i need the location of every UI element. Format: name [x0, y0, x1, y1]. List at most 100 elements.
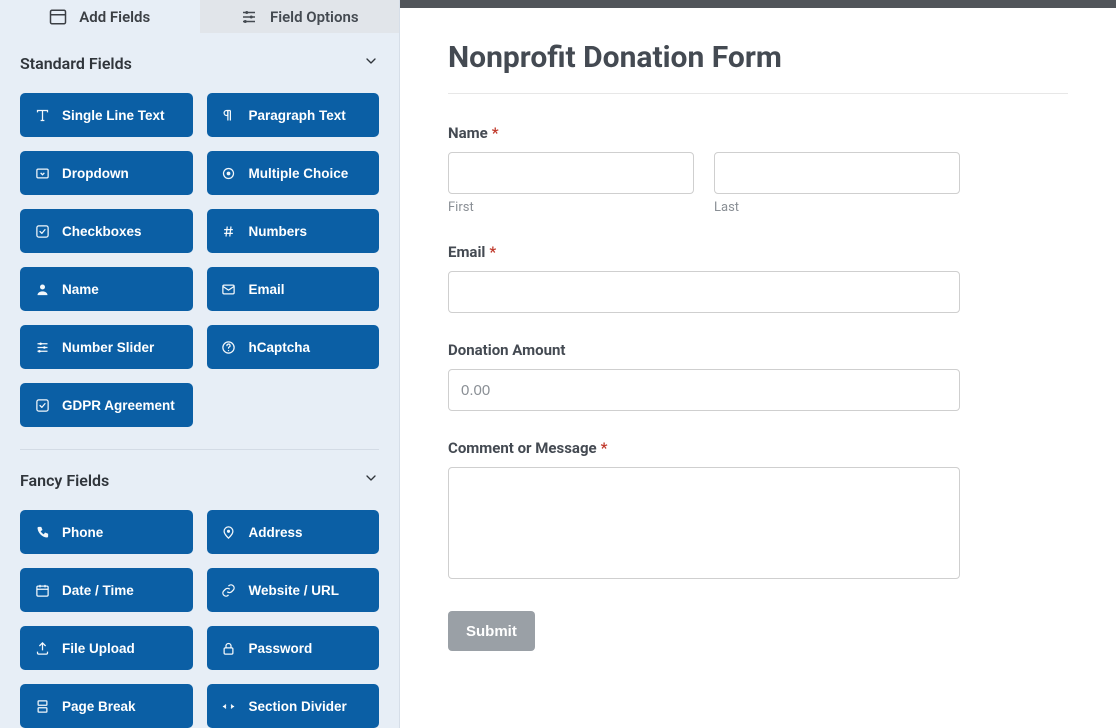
comment-textarea[interactable]: [448, 467, 960, 579]
email-input[interactable]: [448, 271, 960, 313]
field-label: Name: [62, 282, 99, 297]
field-website-url[interactable]: Website / URL: [207, 568, 380, 612]
upload-icon: [34, 640, 50, 656]
pin-icon: [221, 524, 237, 540]
field-address[interactable]: Address: [207, 510, 380, 554]
section-fancy-header[interactable]: Fancy Fields: [20, 470, 379, 490]
calendar-icon: [34, 582, 50, 598]
sliders-icon: [34, 339, 50, 355]
paragraph-icon: [221, 107, 237, 123]
field-label: Number Slider: [62, 340, 154, 355]
field-label: Paragraph Text: [249, 108, 346, 123]
donation-label: Donation Amount: [448, 341, 1068, 359]
name-label: Name*: [448, 124, 1068, 142]
field-password[interactable]: Password: [207, 626, 380, 670]
field-label: Numbers: [249, 224, 308, 239]
field-dropdown[interactable]: Dropdown: [20, 151, 193, 195]
field-label: Section Divider: [249, 699, 347, 714]
tab-field-options[interactable]: Field Options: [200, 0, 400, 33]
field-phone[interactable]: Phone: [20, 510, 193, 554]
field-numbers[interactable]: Numbers: [207, 209, 380, 253]
required-marker: *: [489, 243, 496, 261]
check-icon: [34, 223, 50, 239]
email-label-text: Email: [448, 243, 485, 261]
tab-add-fields-label: Add Fields: [79, 8, 150, 26]
field-gdpr-agreement[interactable]: GDPR Agreement: [20, 383, 193, 427]
preview-wrap: Nonprofit Donation Form Name* First Last: [400, 0, 1116, 728]
field-label: Checkboxes: [62, 224, 142, 239]
lock-icon: [221, 640, 237, 656]
field-label: hCaptcha: [249, 340, 311, 355]
field-file-upload[interactable]: File Upload: [20, 626, 193, 670]
dropdown-icon: [34, 165, 50, 181]
field-checkboxes[interactable]: Checkboxes: [20, 209, 193, 253]
field-single-line-text[interactable]: Single Line Text: [20, 93, 193, 137]
field-label: Date / Time: [62, 583, 134, 598]
field-section-divider[interactable]: Section Divider: [207, 684, 380, 728]
field-email[interactable]: Email: [207, 267, 380, 311]
pagebreak-icon: [34, 698, 50, 714]
field-label: Email: [249, 282, 285, 297]
field-label: Dropdown: [62, 166, 129, 181]
hash-icon: [221, 223, 237, 239]
divider-icon: [221, 698, 237, 714]
submit-button[interactable]: Submit: [448, 611, 535, 651]
radio-icon: [221, 165, 237, 181]
field-comment: Comment or Message*: [448, 439, 1068, 583]
field-multiple-choice[interactable]: Multiple Choice: [207, 151, 380, 195]
field-donation-amount: Donation Amount: [448, 341, 1068, 411]
section-fancy: Fancy Fields Phone Address Date / Time Webs…: [0, 450, 399, 728]
field-hcaptcha[interactable]: hCaptcha: [207, 325, 380, 369]
chevron-down-icon: [363, 53, 379, 73]
donation-amount-input[interactable]: [448, 369, 960, 411]
link-icon: [221, 582, 237, 598]
field-label: Multiple Choice: [249, 166, 349, 181]
chevron-down-icon: [363, 470, 379, 490]
email-label: Email*: [448, 243, 1068, 261]
field-label: Single Line Text: [62, 108, 165, 123]
required-marker: *: [601, 439, 608, 457]
mail-icon: [221, 281, 237, 297]
last-sublabel: Last: [714, 200, 960, 215]
section-standard-header[interactable]: Standard Fields: [20, 53, 379, 73]
section-standard: Standard Fields Single Line Text Paragrap…: [0, 33, 399, 427]
tabs: Add Fields Field Options: [0, 0, 399, 33]
phone-icon: [34, 524, 50, 540]
last-name-input[interactable]: [714, 152, 960, 194]
field-label: Page Break: [62, 699, 136, 714]
title-divider: [448, 93, 1068, 94]
field-date-time[interactable]: Date / Time: [20, 568, 193, 612]
first-sublabel: First: [448, 200, 694, 215]
field-page-break[interactable]: Page Break: [20, 684, 193, 728]
help-icon: [221, 339, 237, 355]
field-label: Phone: [62, 525, 103, 540]
tab-add-fields[interactable]: Add Fields: [0, 0, 200, 33]
section-fancy-title: Fancy Fields: [20, 471, 109, 490]
sidebar: Add Fields Field Options Standard Fields…: [0, 0, 400, 728]
first-name-input[interactable]: [448, 152, 694, 194]
text-icon: [34, 107, 50, 123]
section-standard-title: Standard Fields: [20, 54, 132, 73]
form-preview: Nonprofit Donation Form Name* First Last: [400, 8, 1116, 728]
fancy-fields-grid: Phone Address Date / Time Website / URL File…: [20, 510, 379, 728]
field-label: Website / URL: [249, 583, 340, 598]
comment-label-text: Comment or Message: [448, 439, 597, 457]
standard-fields-grid: Single Line Text Paragraph Text Dropdown Mu…: [20, 93, 379, 427]
tab-field-options-label: Field Options: [270, 8, 359, 26]
form-title: Nonprofit Donation Form: [448, 40, 1068, 75]
check-icon: [34, 397, 50, 413]
user-icon: [34, 281, 50, 297]
field-number-slider[interactable]: Number Slider: [20, 325, 193, 369]
field-name: Name* First Last: [448, 124, 1068, 215]
layout-icon: [49, 8, 67, 26]
name-label-text: Name: [448, 124, 488, 142]
field-paragraph-text[interactable]: Paragraph Text: [207, 93, 380, 137]
field-label: File Upload: [62, 641, 135, 656]
sliders-icon: [240, 8, 258, 26]
field-label: Password: [249, 641, 313, 656]
field-email: Email*: [448, 243, 1068, 313]
comment-label: Comment or Message*: [448, 439, 1068, 457]
field-name[interactable]: Name: [20, 267, 193, 311]
field-label: Address: [249, 525, 303, 540]
required-marker: *: [492, 124, 499, 142]
